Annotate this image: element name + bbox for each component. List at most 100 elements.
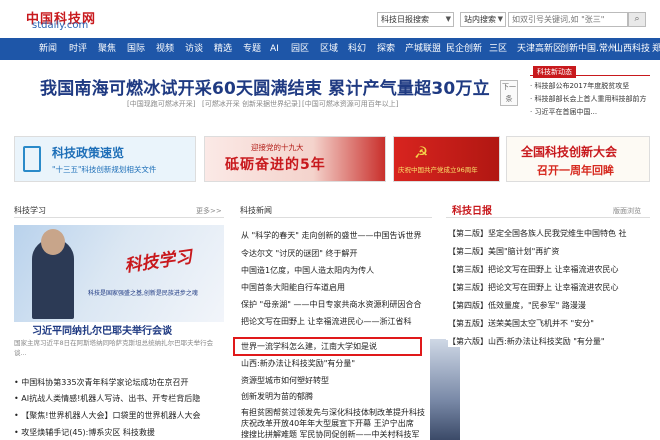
news-item[interactable]: 创新发明为苗的郁腾 bbox=[241, 391, 313, 402]
edition-label: 【第四版】 bbox=[448, 301, 488, 310]
chevron-down-icon: ▼ bbox=[497, 15, 503, 23]
section-title-news[interactable]: 科技新闻 bbox=[240, 205, 272, 216]
nav-item[interactable]: 三区 bbox=[489, 38, 507, 60]
nav-item[interactable]: 时评 bbox=[69, 38, 87, 60]
section-title-daily[interactable]: 科技日报 bbox=[452, 202, 492, 217]
news-item-highlighted[interactable]: 世界一流学科怎么建，江南大学如是说 bbox=[241, 341, 377, 352]
nav-item[interactable]: 郑 bbox=[652, 38, 660, 60]
nav-item[interactable]: 创新中国.常州 bbox=[560, 38, 617, 60]
banner-innovation[interactable]: 全国科技创新大会 召开一周年回眸 bbox=[506, 136, 650, 182]
photo-description: 国家主席习近平8日在阿斯塔纳同哈萨克斯坦总统纳扎尔巴耶夫举行会谈... bbox=[14, 339, 214, 357]
side-news-item[interactable]: · 习近平在首届中国... bbox=[530, 107, 597, 117]
edition-label: 【第六版】 bbox=[448, 337, 488, 346]
daily-item[interactable]: 【第六版】山西:新办法让科技奖励 "有分量" bbox=[448, 336, 611, 347]
daily-item-title: 把论文写在田野上 让幸福流进农民心 bbox=[488, 283, 619, 292]
nav-item[interactable]: 国际 bbox=[127, 38, 145, 60]
news-item[interactable]: 从 "科学的春天" 走向创新的盛世——中国告诉世界 bbox=[241, 230, 421, 241]
next-headline-button[interactable]: 下一条 bbox=[500, 80, 518, 106]
banner-title: 科技政策速览 bbox=[52, 146, 125, 160]
headline-sublink[interactable]: [可燃冰开采 创新采据世界纪录] bbox=[202, 99, 301, 109]
banner-subtitle: 召开一周年回眸 bbox=[537, 164, 614, 177]
headline-sublink[interactable]: [中国可燃冰资源可用百年以上] bbox=[302, 99, 398, 109]
news-item[interactable]: 搜搜比拼解难题 军民协同促创新——中关村科技军 bbox=[241, 429, 420, 440]
news-photo[interactable] bbox=[430, 339, 460, 440]
nav-item[interactable]: 访谈 bbox=[185, 38, 203, 60]
list-item[interactable]: • 【聚焦!世界机器人大会】口袋里的世界机器人大会 bbox=[14, 410, 200, 421]
edition-label: 【第二版】 bbox=[448, 229, 488, 238]
nav-item[interactable]: AI bbox=[270, 38, 279, 60]
banner-title: 全国科技创新大会 bbox=[521, 145, 618, 159]
banner-subtitle: 砥砺奋进的5年 bbox=[225, 157, 326, 173]
face-shape bbox=[41, 229, 65, 255]
nav-item[interactable]: 专题 bbox=[243, 38, 261, 60]
daily-item[interactable]: 【第二版】美国"脑计划"再扩资 bbox=[448, 246, 559, 257]
banner-congress[interactable]: 迎接党的十九大 砥砺奋进的5年 bbox=[204, 136, 386, 182]
page-browse-link[interactable]: 版面浏览 bbox=[613, 206, 641, 216]
daily-item-title: 低效量度，"民参军" 路漫漫 bbox=[488, 301, 586, 310]
chevron-down-icon: ▼ bbox=[445, 15, 451, 23]
banner-party[interactable]: ☭ 庆祝中国共产党成立96周年 bbox=[393, 136, 500, 182]
nav-item[interactable]: 民企创新 bbox=[446, 38, 482, 60]
nav-item[interactable]: 新闻 bbox=[39, 38, 57, 60]
divider bbox=[446, 217, 650, 218]
featured-photo[interactable]: 科技学习 科技是国家强盛之基,创新是民族进步之魂 bbox=[14, 225, 224, 322]
news-item[interactable]: 庆祝改革开放40年年大型展宣下开幕 王沪宁出席 bbox=[241, 418, 414, 429]
news-item[interactable]: 山西:新办法让科技奖励"有分量" bbox=[241, 358, 355, 369]
nav-item[interactable]: 科幻 bbox=[348, 38, 366, 60]
list-item[interactable]: • 攻坚焕辅手记(45):博系灾区 科技救援 bbox=[14, 427, 155, 438]
banner-policy[interactable]: 科技政策速览 "十三五"科技创新规划相关文件 bbox=[14, 136, 196, 182]
headline-title[interactable]: 我国南海可燃冰试开采60天圆满结束 累计产气量超30万立 bbox=[40, 74, 490, 99]
more-link[interactable]: 更多>> bbox=[196, 206, 222, 216]
edition-label: 【第三版】 bbox=[448, 283, 488, 292]
side-news-item[interactable]: · 科技部部长会上首人重用科技部前方 bbox=[530, 94, 646, 104]
banner-title: 迎接党的十九大 bbox=[251, 143, 304, 152]
search-icon: ⌕ bbox=[634, 14, 640, 24]
news-item[interactable]: 令达尔文 "讨厌的谜团" 终于解开 bbox=[241, 248, 357, 259]
daily-item[interactable]: 【第三版】把论文写在田野上 让幸福流进农民心 bbox=[448, 264, 619, 275]
search-scope-label: 站内搜索 bbox=[464, 15, 496, 24]
nav-item[interactable]: 园区 bbox=[291, 38, 309, 60]
side-news-tag[interactable]: 科技新动态 bbox=[533, 66, 576, 78]
nav-item[interactable]: 天津高新区 bbox=[517, 38, 562, 60]
nav-item[interactable]: 精选 bbox=[214, 38, 232, 60]
nav-item[interactable]: 山西科技 bbox=[614, 38, 650, 60]
nav-item[interactable]: 探索 bbox=[377, 38, 395, 60]
divider bbox=[240, 217, 432, 218]
divider bbox=[14, 217, 224, 218]
nav-item[interactable]: 视频 bbox=[156, 38, 174, 60]
photo-overlay-text: 科技学习 bbox=[123, 247, 194, 277]
news-item[interactable]: 中国首条大阳能自行车道启用 bbox=[241, 282, 345, 293]
search-scope-select[interactable]: 站内搜索 ▼ bbox=[460, 12, 506, 27]
nav-item[interactable]: 区域 bbox=[320, 38, 338, 60]
daily-item-title: 送荣美国太空飞机并不 "安分" bbox=[488, 319, 594, 328]
news-item[interactable]: 把论文写在田野上 让幸福流进民心——浙江省科 bbox=[241, 316, 412, 327]
daily-item[interactable]: 【第四版】低效量度，"民参军" 路漫漫 bbox=[448, 300, 586, 311]
main-nav: 新闻 时评 聚焦 国际 视频 访谈 精选 专题 AI 园区 区域 科幻 探索 产… bbox=[0, 38, 660, 60]
photo-caption[interactable]: 习近平同纳扎尔巴耶夫举行会谈 bbox=[32, 322, 172, 337]
news-item[interactable]: 中国造1亿度，中国人造太阳内为传人 bbox=[241, 265, 374, 276]
search-button[interactable]: ⌕ bbox=[628, 12, 646, 27]
daily-item-title: 山西:新办法让科技奖励 "有分量" bbox=[488, 337, 605, 346]
news-item[interactable]: 有担贫困帮贫过领发先与深化科技体制改革提升科技 bbox=[241, 407, 425, 418]
list-item[interactable]: • AI抗战人类情感!机器人写诗、出书、开专栏背后隐 bbox=[14, 393, 200, 404]
nav-item[interactable]: 聚焦 bbox=[98, 38, 116, 60]
edition-label: 【第二版】 bbox=[448, 247, 488, 256]
search-input[interactable] bbox=[508, 12, 628, 27]
section-title-study[interactable]: 科技学习 bbox=[14, 205, 46, 216]
headline-sublink[interactable]: [中国现跑可燃冰开采] bbox=[127, 99, 195, 109]
party-emblem-icon: ☭ bbox=[414, 143, 429, 162]
daily-item-title: 美国"脑计划"再扩资 bbox=[488, 247, 560, 256]
search-engine-select[interactable]: 科技日报搜索 ▼ bbox=[377, 12, 454, 27]
daily-item[interactable]: 【第二版】坚定全国各族人民我党维生中国特色 社 bbox=[448, 228, 627, 239]
side-news-item[interactable]: · 科技部公布2017年度脱贫攻坚 bbox=[530, 81, 629, 91]
nav-item[interactable]: 产城联盟 bbox=[405, 38, 441, 60]
list-item[interactable]: • 中国科协第335次青年科学家论坛成功在京召开 bbox=[14, 377, 189, 388]
daily-item[interactable]: 【第五版】送荣美国太空飞机并不 "安分" bbox=[448, 318, 594, 329]
daily-item[interactable]: 【第三版】把论文写在田野上 让幸福流进农民心 bbox=[448, 282, 619, 293]
daily-item-title: 坚定全国各族人民我党维生中国特色 社 bbox=[488, 229, 627, 238]
site-logo-domain[interactable]: stdaily.com bbox=[32, 20, 88, 31]
edition-label: 【第三版】 bbox=[448, 265, 488, 274]
news-item[interactable]: 保护 "母亲湖" ——中日专家共商水资源利研因合合 bbox=[241, 299, 421, 310]
news-item[interactable]: 资源型城市如何塑好转型 bbox=[241, 375, 329, 386]
search-engine-label: 科技日报搜索 bbox=[381, 15, 429, 24]
